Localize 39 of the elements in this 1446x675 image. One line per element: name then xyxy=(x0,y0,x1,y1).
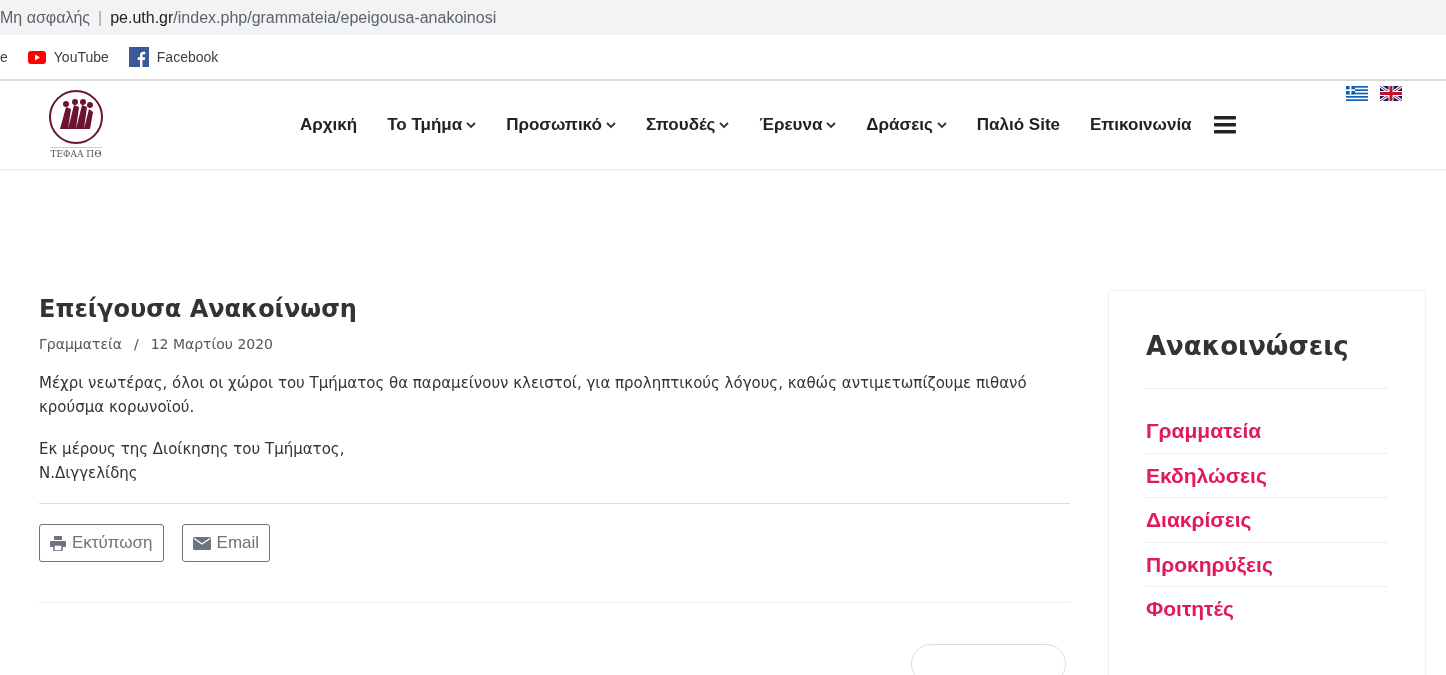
nav-link[interactable]: Σπουδές xyxy=(645,112,730,138)
greek-flag-icon[interactable] xyxy=(1346,86,1368,101)
action-button[interactable]: Email xyxy=(181,524,271,562)
security-label: Μη ασφαλής xyxy=(0,7,91,28)
url-text: pe.uth.gr/index.php/grammateia/epeigousa-anakoinosi xyxy=(110,7,497,28)
address-divider: | xyxy=(98,7,103,28)
logo-caption: ΤΕΦΑΑ ΠΘ xyxy=(50,146,102,162)
printer-icon xyxy=(50,535,66,551)
article-title: Επείγουσα Ανακοίνωση xyxy=(39,294,358,324)
site-logo[interactable]: ΤΕΦΑΑ ΠΘ xyxy=(48,88,104,162)
nav-link[interactable]: Το Τμήμα xyxy=(387,112,477,138)
nav-link[interactable]: Δράσεις xyxy=(866,112,947,138)
article-paragraph: Εκ μέρους της Διοίκησης του Τμήματος, Ν.Διγγελίδης xyxy=(39,439,346,484)
sidebar-link[interactable]: Προκηρύξεις xyxy=(1146,542,1388,587)
nav-link[interactable]: Αρχική xyxy=(300,112,358,138)
bookmark-link[interactable]: YouTube xyxy=(27,46,109,68)
nav-link[interactable]: Προσωπικό xyxy=(506,112,616,138)
sidebar-link[interactable]: Γραμματεία xyxy=(1146,409,1388,454)
nav-link[interactable]: Επικοινωνία xyxy=(1090,112,1192,138)
play-icon xyxy=(27,50,46,64)
article-date: 12 Μαρτίου 2020 xyxy=(150,335,273,354)
address-bar[interactable]: Μη ασφαλής | pe.uth.gr/index.php/grammateia/epeigousa-anakoinosi xyxy=(0,0,1446,35)
sidebar-link[interactable]: Διακρίσεις xyxy=(1146,498,1388,543)
facebook-icon xyxy=(128,47,149,67)
action-button[interactable]: Εκτύπωση xyxy=(39,524,164,562)
category-link[interactable]: Γραμματεία xyxy=(39,334,122,355)
uk-flag-icon[interactable] xyxy=(1380,86,1402,101)
nav-link[interactable]: Έρευνα xyxy=(759,112,837,138)
sidebar-link[interactable]: Φοιτητές xyxy=(1146,587,1388,631)
meta-separator: / xyxy=(133,335,139,354)
nav-link[interactable]: Παλιό Site xyxy=(976,112,1060,138)
runners-logo-icon xyxy=(48,88,104,145)
bookmark-link[interactable]: Facebook xyxy=(128,46,219,68)
menu-icon[interactable] xyxy=(1213,116,1236,134)
envelope-icon xyxy=(192,536,211,550)
article-paragraph: Μέχρι νεωτέρας, όλοι οι χώροι του Τμήματος θα παραμείνουν κλειστοί, για προληπτικούς λόγους, καθώς αντιμετωπίζουμε πιθανό κρούσμα κορωνοϊού. xyxy=(39,373,1028,418)
sidebar-title: Ανακοινώσεις xyxy=(1146,327,1388,389)
bookmark-link[interactable]: e xyxy=(0,46,8,68)
sidebar-link[interactable]: Εκδηλώσεις xyxy=(1146,453,1388,498)
